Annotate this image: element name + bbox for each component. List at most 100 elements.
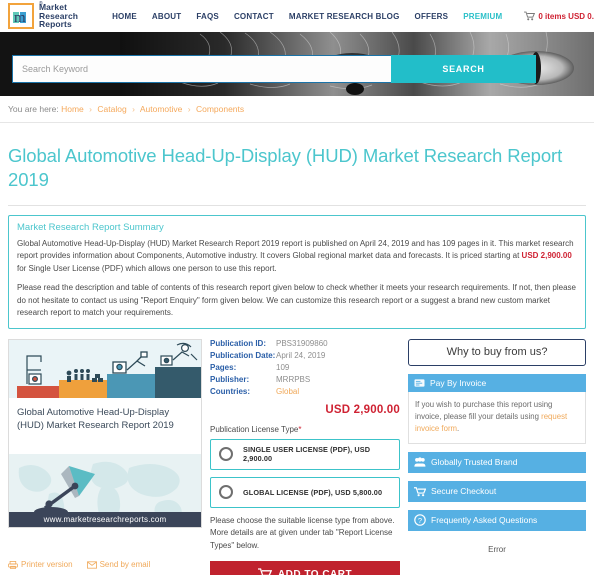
invoice-body-pre: If you wish to purchase this report usin…	[415, 399, 553, 421]
faq-panel[interactable]: ? Frequently Asked Questions	[408, 509, 586, 531]
pay-by-invoice-label: Pay By Invoice	[430, 377, 487, 388]
spec-key: Publication ID:	[210, 338, 266, 348]
breadcrumb-separator: ›	[89, 104, 93, 114]
shopping-cart-icon	[524, 11, 536, 21]
title-divider	[8, 204, 586, 206]
product-price: USD 2,900.00	[325, 403, 400, 416]
spec-value-countries[interactable]: Global	[276, 387, 400, 399]
panel-label: Secure Checkout	[431, 486, 497, 497]
license-option-single-user[interactable]: SINGLE USER LICENSE (PDF), USD 2,900.00	[210, 438, 400, 470]
sidebar-column: Why to buy from us? Pay By Invoice If yo…	[400, 338, 586, 575]
radio-single-user[interactable]	[219, 447, 233, 462]
required-mark: *	[298, 424, 302, 434]
cover-illustration-top	[9, 339, 201, 398]
breadcrumb-item-catalog[interactable]: Catalog	[97, 104, 126, 114]
page-title: Global Automotive Head-Up-Display (HUD) …	[8, 145, 563, 191]
send-by-email-link[interactable]: Send by email	[86, 560, 151, 569]
invoice-body-post: .	[457, 423, 460, 433]
radio-global[interactable]	[219, 485, 233, 500]
search-button[interactable]: SEARCH	[391, 55, 536, 83]
breadcrumb: You are here: Home › Catalog › Automotiv…	[0, 96, 594, 123]
breadcrumb-item-home[interactable]: Home	[61, 104, 84, 114]
error-message: Error	[488, 544, 506, 554]
invoice-icon	[414, 379, 425, 387]
secure-checkout-panel[interactable]: Secure Checkout	[408, 480, 586, 502]
license-option-label: SINGLE USER LICENSE (PDF), USD 2,900.00	[243, 445, 371, 464]
printer-version-link[interactable]: Printer version	[8, 560, 73, 569]
summary-paragraph-1: Global Automotive Head-Up-Display (HUD) …	[17, 238, 577, 276]
summary-price-highlight: USD 2,900.00	[521, 251, 572, 261]
industry-steps-icon	[9, 339, 201, 398]
breadcrumb-item-automotive[interactable]: Automotive	[140, 104, 183, 114]
nav-item-offers[interactable]: OFFERS	[415, 12, 449, 21]
summary-paragraph-2: Please read the description and table of…	[17, 283, 576, 318]
nav-item-contact[interactable]: CONTACT	[234, 12, 274, 21]
page-root: m Market ® Research Reports HOME ABOUT FA…	[0, 0, 594, 575]
table-row: Publication Date: April 24, 2019	[210, 351, 400, 363]
main-content: Global Automotive Head-Up-Display (HUD) …	[8, 338, 586, 575]
logo-line-3: Reports	[39, 19, 72, 30]
spec-value-publication-id: PBS31909860	[276, 338, 328, 348]
svg-text:m: m	[14, 10, 26, 25]
logo-mark-icon: m	[8, 3, 34, 29]
cart-label: 0 items USD 0.00	[538, 11, 594, 21]
add-to-cart-button[interactable]: ADD TO CART	[210, 561, 400, 575]
svg-text:?: ?	[418, 516, 422, 525]
nav-item-about[interactable]: ABOUT	[152, 12, 181, 21]
spec-value-publication-date: April 24, 2019	[276, 350, 326, 360]
report-summary-box: Market Research Report Summary Global Au…	[8, 214, 586, 329]
footer-utility-links: Printer version Send by email	[8, 560, 150, 569]
nav-item-premium[interactable]: PREMIUM	[463, 12, 502, 21]
nav-item-blog[interactable]: MARKET RESEARCH BLOG	[289, 12, 400, 21]
spec-value-pages: 109	[276, 362, 290, 372]
nav-item-home[interactable]: HOME	[112, 12, 137, 21]
summary-heading: Market Research Report Summary	[17, 221, 164, 233]
nav-item-faqs[interactable]: FAQS	[196, 12, 219, 21]
question-circle-icon: ?	[414, 514, 426, 527]
globally-trusted-brand-panel[interactable]: Globally Trusted Brand	[408, 451, 586, 473]
breadcrumb-separator: ›	[132, 104, 135, 114]
spec-key: Publication Date:	[210, 350, 276, 360]
product-image-column: Global Automotive Head-Up-Display (HUD) …	[8, 338, 202, 575]
shopping-cart-icon	[257, 568, 272, 575]
cover-illustration-bottom: www.marketresearchreports.com	[9, 453, 201, 527]
table-row: Countries: Global	[210, 387, 400, 399]
cover-title: Global Automotive Head-Up-Display (HUD) …	[17, 406, 174, 431]
send-by-email-label: Send by email	[99, 560, 151, 569]
panel-label: Frequently Asked Questions	[431, 515, 538, 526]
pay-by-invoice-body: If you wish to purchase this report usin…	[408, 391, 586, 444]
breadcrumb-item-components[interactable]: Components	[196, 104, 244, 114]
table-row: Publisher: MRRPBS	[210, 375, 400, 387]
product-cover-card[interactable]: Global Automotive Head-Up-Display (HUD) …	[8, 338, 202, 528]
license-option-global[interactable]: GLOBAL LICENSE (PDF), USD 5,800.00	[210, 476, 400, 508]
table-row: Publication ID: PBS31909860	[210, 339, 400, 351]
panel-label: Globally Trusted Brand	[431, 457, 518, 468]
pay-by-invoice-header[interactable]: Pay By Invoice	[408, 373, 586, 392]
registered-trademark-mark: ®	[39, 1, 43, 8]
breadcrumb-separator: ›	[187, 104, 191, 114]
site-logo[interactable]: m Market ® Research Reports	[8, 1, 78, 30]
cover-url-label: www.marketresearchreports.com	[9, 511, 201, 527]
why-buy-from-us-heading: Why to buy from us?	[408, 338, 586, 366]
printer-version-label: Printer version	[21, 560, 73, 569]
hero-banner: SEARCH	[0, 32, 594, 96]
spec-key: Publisher:	[210, 374, 250, 384]
cart-summary[interactable]: 0 items USD 0.00	[524, 11, 594, 21]
globe-trust-icon	[414, 457, 426, 467]
search-bar: SEARCH	[12, 55, 536, 83]
summary-p1-post: for Single User License (PDF) which allo…	[17, 263, 277, 273]
publication-details-table: Publication ID: PBS31909860 Publication …	[210, 339, 400, 399]
product-details-column: Publication ID: PBS31909860 Publication …	[202, 339, 400, 575]
license-type-label: Publication License Type*	[210, 425, 400, 434]
license-option-label: GLOBAL LICENSE (PDF), USD 5,800.00	[243, 487, 383, 497]
license-note: Please choose the suitable license type …	[210, 515, 395, 550]
printer-icon	[8, 560, 18, 569]
summary-p1-pre: Global Automotive Head-Up-Display (HUD) …	[17, 238, 574, 261]
search-input[interactable]	[12, 55, 391, 83]
email-icon	[86, 560, 97, 569]
add-to-cart-label: ADD TO CART	[277, 568, 353, 575]
logo-wordmark: Market ® Research Reports	[39, 1, 78, 30]
secure-cart-icon	[414, 486, 426, 497]
spec-key: Pages:	[210, 362, 237, 372]
license-label-text: Publication License Type	[210, 424, 299, 434]
